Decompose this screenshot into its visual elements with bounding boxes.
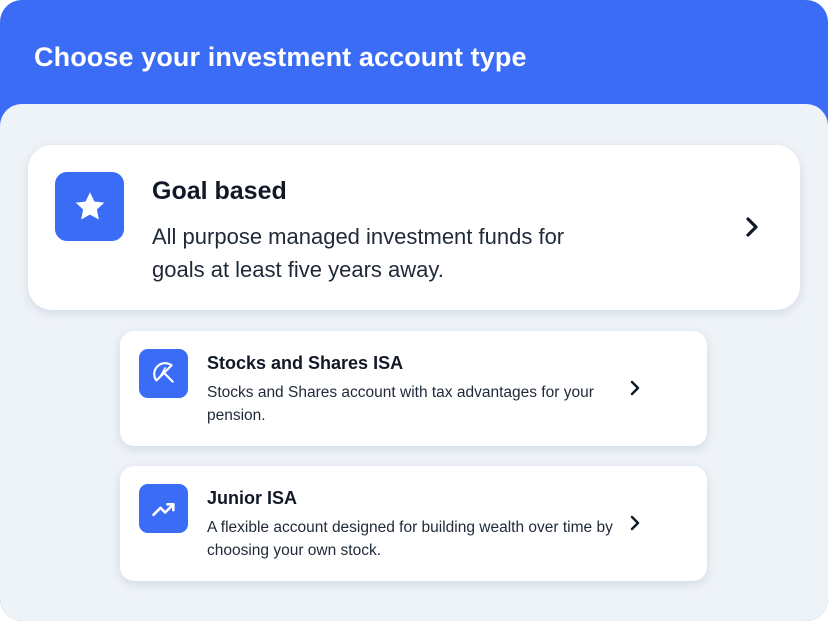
card-title: Goal based — [152, 177, 287, 205]
trend-up-icon — [139, 484, 188, 533]
page-frame: Choose your investment account type Goal… — [0, 0, 828, 621]
junior-isa-card[interactable]: Junior ISA A flexible account designed f… — [120, 466, 707, 581]
card-description: A flexible account designed for building… — [207, 519, 613, 559]
chevron-right-icon[interactable] — [624, 376, 646, 400]
star-icon — [55, 172, 124, 241]
goal-based-card[interactable]: Goal based All purpose managed investmen… — [28, 145, 800, 310]
card-description: Stocks and Shares account with tax advan… — [207, 384, 594, 424]
card-title: Stocks and Shares ISA — [207, 353, 404, 373]
umbrella-icon — [139, 349, 188, 398]
stocks-and-shares-isa-card[interactable]: Stocks and Shares ISA Stocks and Shares … — [120, 331, 707, 446]
card-description: All purpose managed investment funds for… — [152, 224, 565, 282]
page-title: Choose your investment account type — [34, 42, 527, 72]
card-title: Junior ISA — [207, 488, 298, 508]
chevron-right-icon[interactable] — [740, 212, 764, 242]
chevron-right-icon[interactable] — [624, 511, 646, 535]
